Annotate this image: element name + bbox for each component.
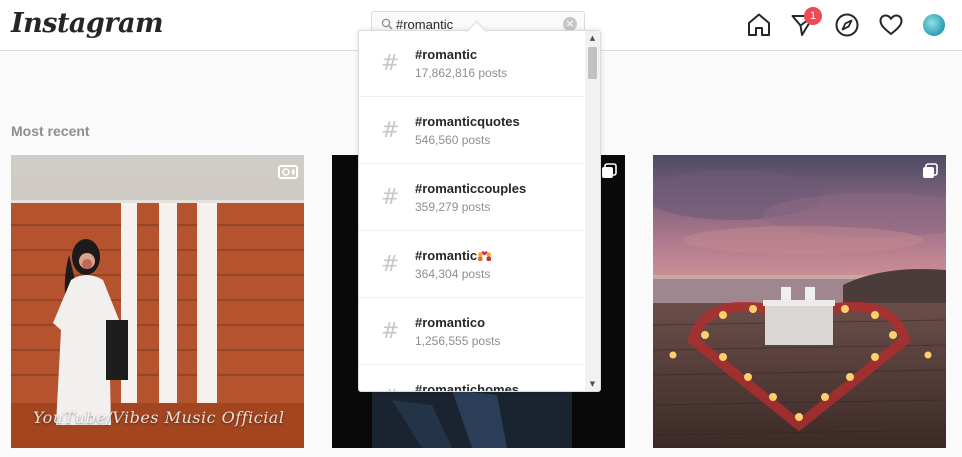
hashtag-name: #romanticcouples	[415, 181, 527, 196]
hashtag-name: #romantic	[415, 47, 478, 62]
hashtag-icon: #	[381, 118, 400, 143]
carousel-icon	[602, 163, 617, 178]
search-result-item[interactable]: # #romantic 17,862,816 posts	[359, 31, 585, 97]
clear-search-icon[interactable]: ×	[563, 17, 577, 31]
video-icon	[278, 165, 298, 179]
search-result-item[interactable]: # #romanticquotes 546,560 posts	[359, 98, 585, 164]
hashtag-name: #romantichomes	[415, 382, 520, 392]
section-title: Most recent	[11, 123, 90, 139]
search-result-item[interactable]: # #romantico 1,256,555 posts	[359, 299, 585, 365]
hashtag-name: #romanticquotes	[415, 114, 520, 129]
carousel-icon	[923, 163, 938, 178]
notification-badge: 1	[804, 7, 822, 25]
post-count: 546,560 posts	[415, 133, 491, 147]
hashtag-icon: #	[381, 185, 400, 210]
couple-with-heart-icon	[478, 251, 492, 261]
hashtag-name-row: #romantic	[415, 248, 492, 263]
hashtag-icon: #	[381, 51, 400, 76]
hashtag-name: #romantic	[415, 248, 478, 263]
post-image	[653, 155, 946, 448]
dropdown-scrollbar[interactable]: ▲ ▼	[585, 31, 600, 391]
explore-compass-icon[interactable]	[834, 12, 860, 38]
hashtag-name: #romantico	[415, 315, 486, 330]
post-tile[interactable]: YouTube/Vibes Music Official	[11, 155, 304, 448]
hashtag-icon: #	[381, 319, 400, 344]
scroll-up-arrow-icon[interactable]: ▲	[585, 31, 600, 45]
post-image	[11, 155, 304, 448]
activity-heart-icon[interactable]	[878, 12, 904, 38]
search-results-dropdown: # #romantic 17,862,816 posts # #romantic…	[358, 30, 601, 392]
video-watermark: YouTube/Vibes Music Official	[33, 408, 285, 427]
hashtag-icon: #	[381, 252, 400, 277]
post-count: 359,279 posts	[415, 200, 491, 214]
search-result-item[interactable]: # #romantichomes	[359, 366, 585, 392]
scroll-down-arrow-icon[interactable]: ▼	[585, 377, 600, 391]
instagram-logo[interactable]: Instagram	[11, 8, 164, 39]
hashtag-icon: #	[381, 386, 399, 391]
search-result-item[interactable]: # #romanticcouples 359,279 posts	[359, 165, 585, 231]
search-icon	[381, 18, 393, 30]
post-count: 1,256,555 posts	[415, 334, 501, 348]
scrollbar-thumb[interactable]	[588, 47, 597, 79]
search-result-item[interactable]: # #romantic 364,304 posts	[359, 232, 585, 298]
home-icon[interactable]	[746, 12, 772, 38]
post-count: 17,862,816 posts	[415, 66, 508, 80]
profile-avatar[interactable]	[923, 14, 945, 36]
post-tile[interactable]	[653, 155, 946, 448]
post-count: 364,304 posts	[415, 267, 491, 281]
